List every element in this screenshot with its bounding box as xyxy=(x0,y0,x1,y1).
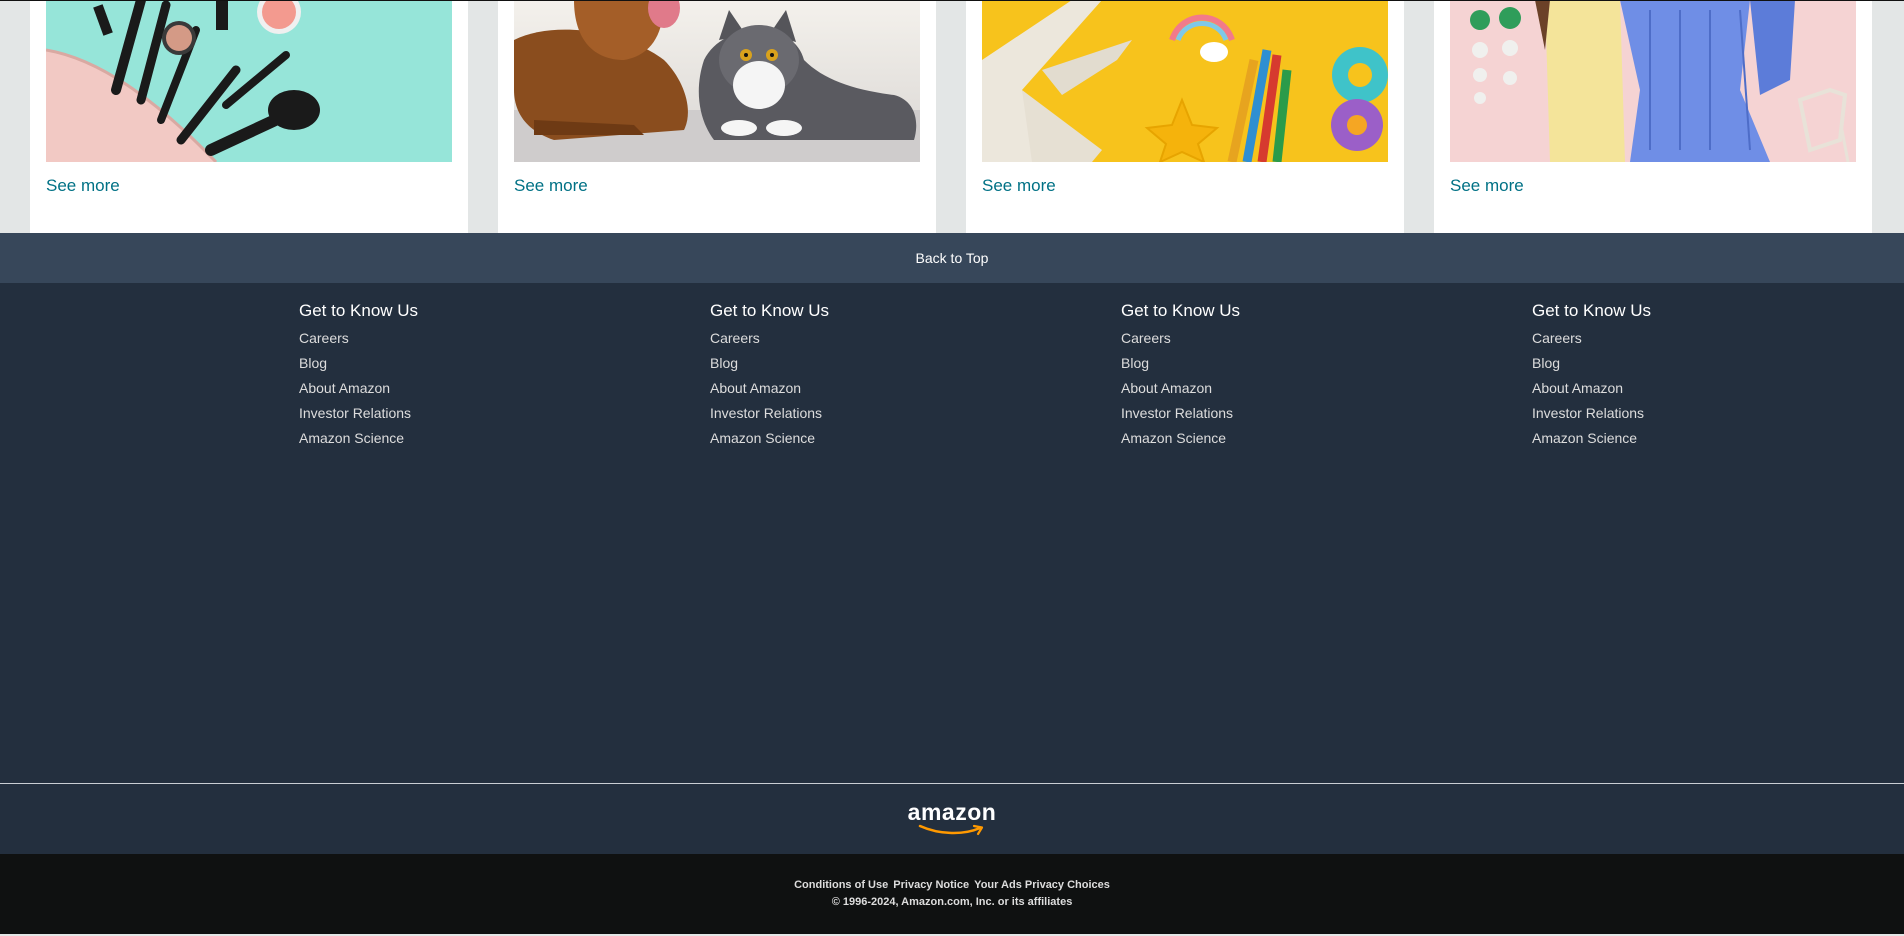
back-to-top-button[interactable]: Back to Top xyxy=(0,233,1904,283)
footer-legal: Conditions of Use Privacy Notice Your Ad… xyxy=(0,854,1904,936)
footer-link-about-amazon[interactable]: About Amazon xyxy=(299,380,390,396)
footer-link-blog[interactable]: Blog xyxy=(1121,355,1149,371)
card-row: See more See more See more See more xyxy=(0,0,1904,233)
footer-link-careers[interactable]: Careers xyxy=(710,330,760,346)
footer-column-heading: Get to Know Us xyxy=(1532,301,1652,320)
footer-column-3: Get to Know Us Careers Blog About Amazon… xyxy=(1121,301,1381,454)
footer-link-careers[interactable]: Careers xyxy=(1121,330,1171,346)
dog-and-cat-image[interactable] xyxy=(514,0,920,162)
top-divider xyxy=(0,0,1904,1)
footer-column-1: Get to Know Us Careers Blog About Amazon… xyxy=(299,301,559,454)
page: See more See more See more See more Back… xyxy=(0,0,1904,936)
footer-link-careers[interactable]: Careers xyxy=(299,330,349,346)
see-more-link-1[interactable]: See more xyxy=(46,176,120,196)
footer-link-amazon-science[interactable]: Amazon Science xyxy=(1532,430,1637,446)
footer-link-blog[interactable]: Blog xyxy=(1532,355,1560,371)
product-card-toys: See more xyxy=(966,0,1404,233)
footer-link-investor-relations[interactable]: Investor Relations xyxy=(1121,405,1233,421)
footer-column-4: Get to Know Us Careers Blog About Amazon… xyxy=(1532,301,1792,454)
footer-column-heading: Get to Know Us xyxy=(299,301,419,320)
amazon-logo[interactable]: amazon xyxy=(906,800,998,836)
footer-link-about-amazon[interactable]: About Amazon xyxy=(1121,380,1212,396)
footer-logo-strip: amazon xyxy=(0,784,1904,854)
footer-link-careers[interactable]: Careers xyxy=(1532,330,1582,346)
footer-column-heading: Get to Know Us xyxy=(710,301,830,320)
footer-link-amazon-science[interactable]: Amazon Science xyxy=(710,430,815,446)
footer-link-blog[interactable]: Blog xyxy=(299,355,327,371)
footer-link-investor-relations[interactable]: Investor Relations xyxy=(710,405,822,421)
makeup-flatlay-image[interactable] xyxy=(46,0,452,162)
copyright-text: © 1996-2024, Amazon.com, Inc. or its aff… xyxy=(831,896,1073,908)
footer-link-blog[interactable]: Blog xyxy=(710,355,738,371)
footer-column-heading: Get to Know Us xyxy=(1121,301,1241,320)
footer-navigation: Get to Know Us Careers Blog About Amazon… xyxy=(0,283,1904,783)
product-card-pets: See more xyxy=(498,0,936,233)
conditions-of-use-link[interactable]: Conditions of Use xyxy=(794,879,888,891)
footer-column-2: Get to Know Us Careers Blog About Amazon… xyxy=(710,301,970,454)
ads-privacy-choices-link[interactable]: Your Ads Privacy Choices xyxy=(974,879,1110,891)
privacy-notice-link[interactable]: Privacy Notice xyxy=(893,879,969,891)
see-more-link-2[interactable]: See more xyxy=(514,176,588,196)
kids-toys-and-pencils-image[interactable] xyxy=(982,0,1388,162)
legal-links: Conditions of Use Privacy Notice Your Ad… xyxy=(0,879,1904,891)
footer-link-investor-relations[interactable]: Investor Relations xyxy=(299,405,411,421)
footer-link-amazon-science[interactable]: Amazon Science xyxy=(1121,430,1226,446)
see-more-link-3[interactable]: See more xyxy=(982,176,1056,196)
smile-arrow-icon xyxy=(918,824,984,836)
product-card-makeup: See more xyxy=(30,0,468,233)
footer-link-amazon-science[interactable]: Amazon Science xyxy=(299,430,404,446)
footer-link-investor-relations[interactable]: Investor Relations xyxy=(1532,405,1644,421)
footer-link-about-amazon[interactable]: About Amazon xyxy=(710,380,801,396)
product-card-fashion: See more xyxy=(1434,0,1872,233)
amazon-logo-text: amazon xyxy=(907,799,997,825)
see-more-link-4[interactable]: See more xyxy=(1450,176,1524,196)
footer-link-about-amazon[interactable]: About Amazon xyxy=(1532,380,1623,396)
fashion-outfit-image[interactable] xyxy=(1450,0,1856,162)
